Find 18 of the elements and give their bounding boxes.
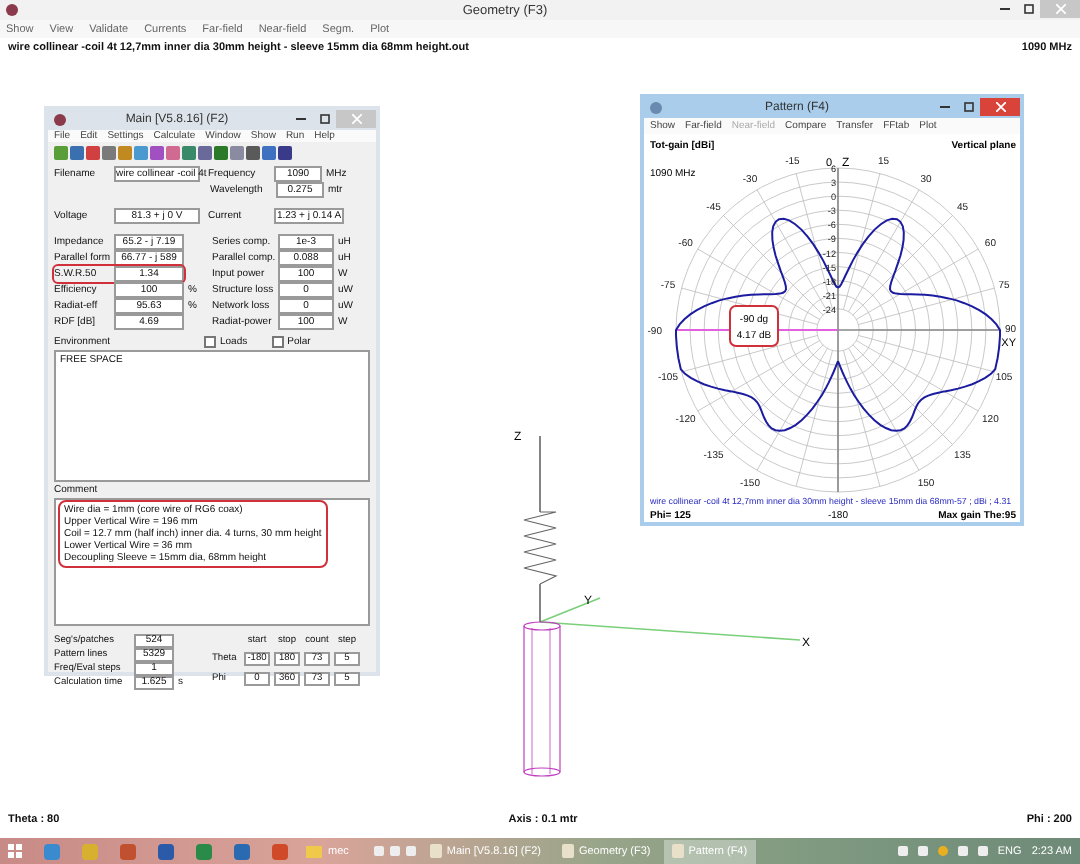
maximize-icon[interactable]	[963, 102, 973, 112]
tray-icon[interactable]	[937, 846, 948, 856]
maximize-icon[interactable]	[319, 114, 329, 124]
close-icon[interactable]	[995, 102, 1005, 112]
minimize-icon[interactable]	[939, 104, 949, 110]
minimize-icon[interactable]	[999, 6, 1009, 12]
close-button[interactable]	[980, 98, 1020, 116]
app-icon	[54, 114, 66, 126]
app-icon	[650, 102, 662, 114]
app-icon[interactable]	[120, 843, 136, 859]
checkbox[interactable]	[271, 335, 284, 347]
minimize-icon[interactable]	[295, 116, 305, 122]
app-icon	[6, 4, 18, 16]
start-icon[interactable]	[8, 844, 22, 858]
checkbox[interactable]	[204, 335, 216, 347]
maximize-icon[interactable]	[1023, 4, 1033, 14]
tray-icon[interactable]	[897, 846, 908, 856]
folder-icon[interactable]	[306, 845, 322, 857]
